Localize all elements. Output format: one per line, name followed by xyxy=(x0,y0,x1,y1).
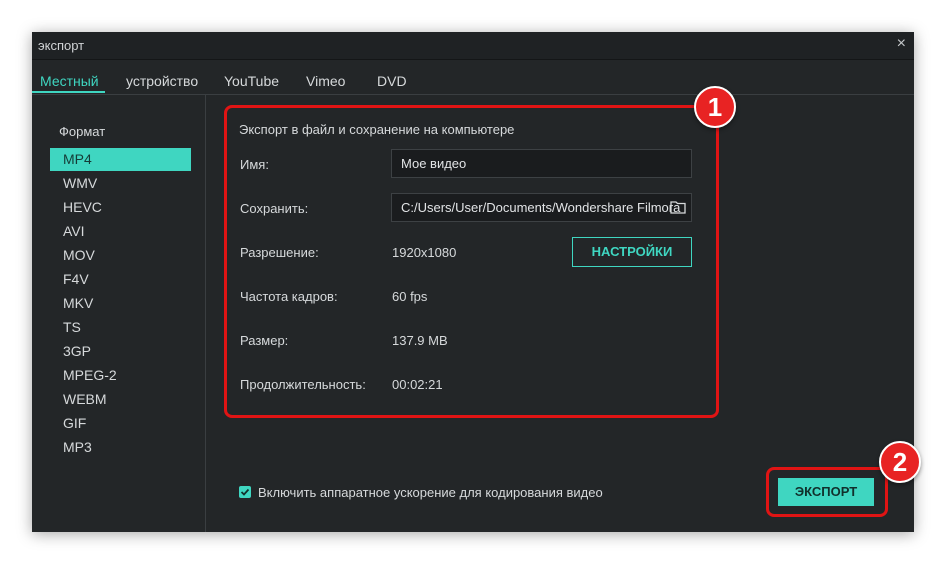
tab-device[interactable]: устройство xyxy=(126,73,198,89)
hw-accel-label: Включить аппаратное ускорение для кодиро… xyxy=(258,485,603,500)
tab-bar: Местный устройство YouTube Vimeo DVD xyxy=(32,60,914,95)
format-item-mkv[interactable]: MKV xyxy=(50,292,191,315)
format-item-mp4[interactable]: MP4 xyxy=(50,148,191,171)
format-item-avi[interactable]: AVI xyxy=(50,220,191,243)
format-item-mov[interactable]: MOV xyxy=(50,244,191,267)
tab-local[interactable]: Местный xyxy=(40,73,99,89)
active-tab-indicator xyxy=(32,91,105,93)
format-item-f4v[interactable]: F4V xyxy=(50,268,191,291)
annotation-box-1 xyxy=(224,105,719,418)
format-item-mpeg2[interactable]: MPEG-2 xyxy=(50,364,191,387)
format-item-hevc[interactable]: HEVC xyxy=(50,196,191,219)
format-item-webm[interactable]: WEBM xyxy=(50,388,191,411)
format-sidebar: Формат MP4 WMV HEVC AVI MOV F4V MKV TS 3… xyxy=(32,95,206,532)
annotation-marker-2: 2 xyxy=(879,441,921,483)
format-item-gif[interactable]: GIF xyxy=(50,412,191,435)
window-title: экспорт xyxy=(38,38,85,53)
tab-youtube[interactable]: YouTube xyxy=(224,73,279,89)
checkmark-icon xyxy=(240,488,250,496)
format-heading: Формат xyxy=(59,124,106,139)
format-item-3gp[interactable]: 3GP xyxy=(50,340,191,363)
format-item-mp3[interactable]: MP3 xyxy=(50,436,191,459)
annotation-marker-1: 1 xyxy=(694,86,736,128)
hw-accel-checkbox[interactable] xyxy=(239,486,251,498)
close-icon[interactable]: × xyxy=(897,35,906,53)
format-item-ts[interactable]: TS xyxy=(50,316,191,339)
tab-vimeo[interactable]: Vimeo xyxy=(306,73,345,89)
tab-dvd[interactable]: DVD xyxy=(377,73,407,89)
format-item-wmv[interactable]: WMV xyxy=(50,172,191,195)
annotation-box-2 xyxy=(766,467,888,517)
title-bar: экспорт × xyxy=(32,32,914,60)
